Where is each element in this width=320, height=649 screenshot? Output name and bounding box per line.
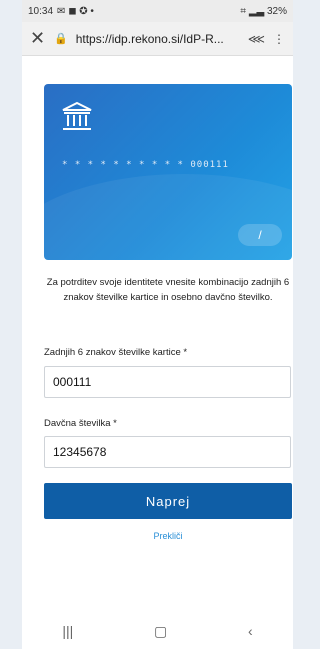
tax-number-input[interactable]: 12345678 [44,436,291,468]
battery-signal-status: ⌗ ▂▃ 32% [240,5,287,17]
phone-screen: 10:34 ✉ ◼ ✪ • ⌗ ▂▃ 32% ✕ 🔒 https://idp.r… [22,0,293,649]
tax-number-label: Davčna številka * [44,418,117,429]
intro-text: Za potrditev svoje identitete vnesite ko… [46,277,290,303]
status-bar: 10:34 ✉ ◼ ✪ • ⌗ ▂▃ 32% [22,0,293,22]
submit-button[interactable]: Naprej [44,483,292,519]
card-digits-input[interactable]: 000111 [44,366,291,398]
back-button[interactable]: ‹ [248,623,253,639]
bank-icon [62,101,92,130]
card-pill: / [238,224,282,246]
card-digits-label: Zadnjih 6 znakov številke kartice * [44,347,188,358]
card-masked-number: * * * * * * * * * * 000111 [62,160,229,170]
notification-icons: ✉ ◼ ✪ • [57,5,94,17]
android-nav-bar: ||| ▢ ‹ [22,613,293,649]
card-decoration [44,174,292,260]
card-image: * * * * * * * * * * 000111 / [44,84,292,260]
browser-url-bar: ✕ 🔒 https://idp.rekono.si/IdP-R... ⋘ ⋮ [22,22,293,56]
home-button[interactable]: ▢ [154,623,167,640]
more-options-icon[interactable]: ⋮ [273,32,285,46]
close-icon[interactable]: ✕ [30,28,46,49]
lock-icon[interactable]: 🔒 [54,32,68,45]
status-time: 10:34 [28,5,54,17]
recent-apps-button[interactable]: ||| [62,623,73,639]
share-icon[interactable]: ⋘ [248,32,265,46]
cancel-link[interactable]: Prekliči [44,531,292,541]
url-text[interactable]: https://idp.rekono.si/IdP-R... [76,32,240,46]
